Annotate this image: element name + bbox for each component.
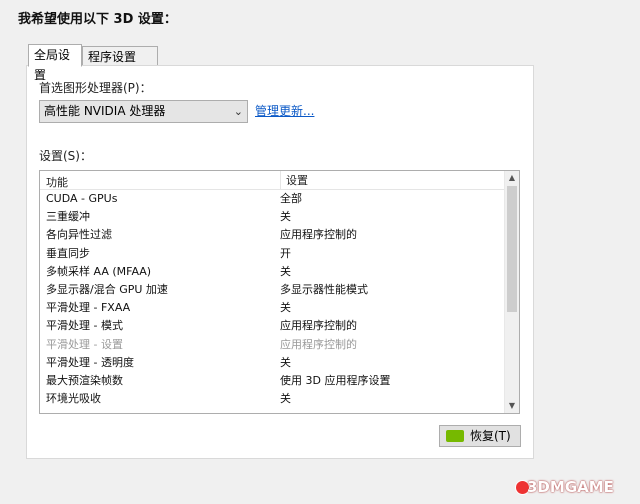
row-value: 应用程序控制的: [280, 319, 357, 333]
row-feature: 多显示器/混合 GPU 加速: [46, 282, 168, 296]
row-value: 使用 3D 应用程序设置: [280, 373, 391, 387]
row-feature: 平滑处理 - FXAA: [46, 301, 131, 315]
table-row[interactable]: 各向异性过滤 应用程序控制的: [40, 226, 507, 244]
row-feature: 最大预渲染帧数: [46, 373, 123, 387]
gpu-label: 首选图形处理器(P)：: [39, 81, 152, 95]
row-feature: CUDA - GPUs: [46, 192, 118, 205]
row-feature: 各向异性过滤: [46, 228, 112, 242]
table-row[interactable]: 平滑处理 - 模式 应用程序控制的: [40, 317, 507, 335]
row-value: 关: [280, 301, 291, 315]
settings-label: 设置(S)：: [39, 149, 92, 163]
row-feature: 三重缓冲: [46, 210, 90, 224]
row-value: 应用程序控制的: [280, 337, 357, 351]
table-row[interactable]: 多帧采样 AA (MFAA) 关: [40, 263, 507, 281]
scroll-thumb[interactable]: [507, 186, 517, 312]
scroll-down-icon[interactable]: ▼: [505, 399, 519, 413]
row-value: 开: [280, 246, 291, 260]
list-header: 功能 设置: [40, 171, 507, 190]
row-feature: 环境光吸收: [46, 392, 101, 406]
table-row[interactable]: 三重缓冲 关: [40, 208, 507, 226]
scrollbar[interactable]: ▲ ▼: [504, 171, 519, 413]
nvidia-icon: [446, 430, 464, 442]
table-row[interactable]: 平滑处理 - 设置 应用程序控制的: [40, 336, 507, 354]
scroll-up-icon[interactable]: ▲: [505, 171, 519, 185]
settings-list[interactable]: 功能 设置 CUDA - GPUs 全部 三重缓冲关各向异性过滤 应用程序控制的 垂直同…: [39, 170, 520, 414]
restore-button-label: 恢复(T): [470, 429, 511, 443]
watermark: 3DMGAME: [527, 478, 614, 496]
table-row[interactable]: 平滑处理 - FXAA 关: [40, 299, 507, 317]
row-value: 关: [280, 392, 291, 406]
tab-global-settings[interactable]: 全局设置: [28, 44, 82, 82]
column-header-setting[interactable]: 设置: [280, 171, 308, 190]
row-value: 关: [280, 355, 291, 369]
global-settings-panel: 首选图形处理器(P)： 高性能 NVIDIA 处理器 ⌄ 管理更新... 设置(…: [26, 65, 534, 459]
page-heading: 我希望使用以下 3D 设置：: [18, 12, 177, 27]
row-value: 关: [280, 264, 291, 278]
column-header-feature[interactable]: 功能: [46, 174, 68, 190]
row-value: 多显示器性能模式: [280, 282, 368, 296]
chevron-down-icon: ⌄: [233, 105, 243, 118]
row-feature: 平滑处理 - 模式: [46, 319, 123, 333]
settings-rows: CUDA - GPUs 全部 三重缓冲关各向异性过滤 应用程序控制的 垂直同步开多帧采样…: [40, 190, 507, 408]
gpu-select-value: 高性能 NVIDIA 处理器: [44, 104, 166, 118]
row-feature: 平滑处理 - 设置: [46, 337, 123, 351]
row-feature: 垂直同步: [46, 246, 90, 260]
restore-button[interactable]: 恢复(T): [439, 425, 521, 447]
table-row[interactable]: 环境光吸收 关: [40, 390, 507, 408]
table-row[interactable]: 平滑处理 - 透明度 关: [40, 354, 507, 372]
row-feature: 平滑处理 - 透明度: [46, 355, 134, 369]
table-row[interactable]: 多显示器/混合 GPU 加速 多显示器性能模式: [40, 281, 507, 299]
row-value: 全部: [280, 192, 302, 205]
row-value: 关: [280, 210, 291, 224]
tab-program-settings[interactable]: 程序设置: [82, 46, 158, 66]
row-value: 应用程序控制的: [280, 228, 357, 242]
table-row[interactable]: 垂直同步 开: [40, 245, 507, 263]
gpu-select[interactable]: 高性能 NVIDIA 处理器 ⌄: [39, 100, 248, 123]
manage-updates-link[interactable]: 管理更新...: [255, 102, 314, 119]
table-row[interactable]: 最大预渲染帧数 使用 3D 应用程序设置: [40, 372, 507, 390]
table-row[interactable]: CUDA - GPUs 全部: [40, 190, 507, 208]
row-feature: 多帧采样 AA (MFAA): [46, 264, 152, 278]
